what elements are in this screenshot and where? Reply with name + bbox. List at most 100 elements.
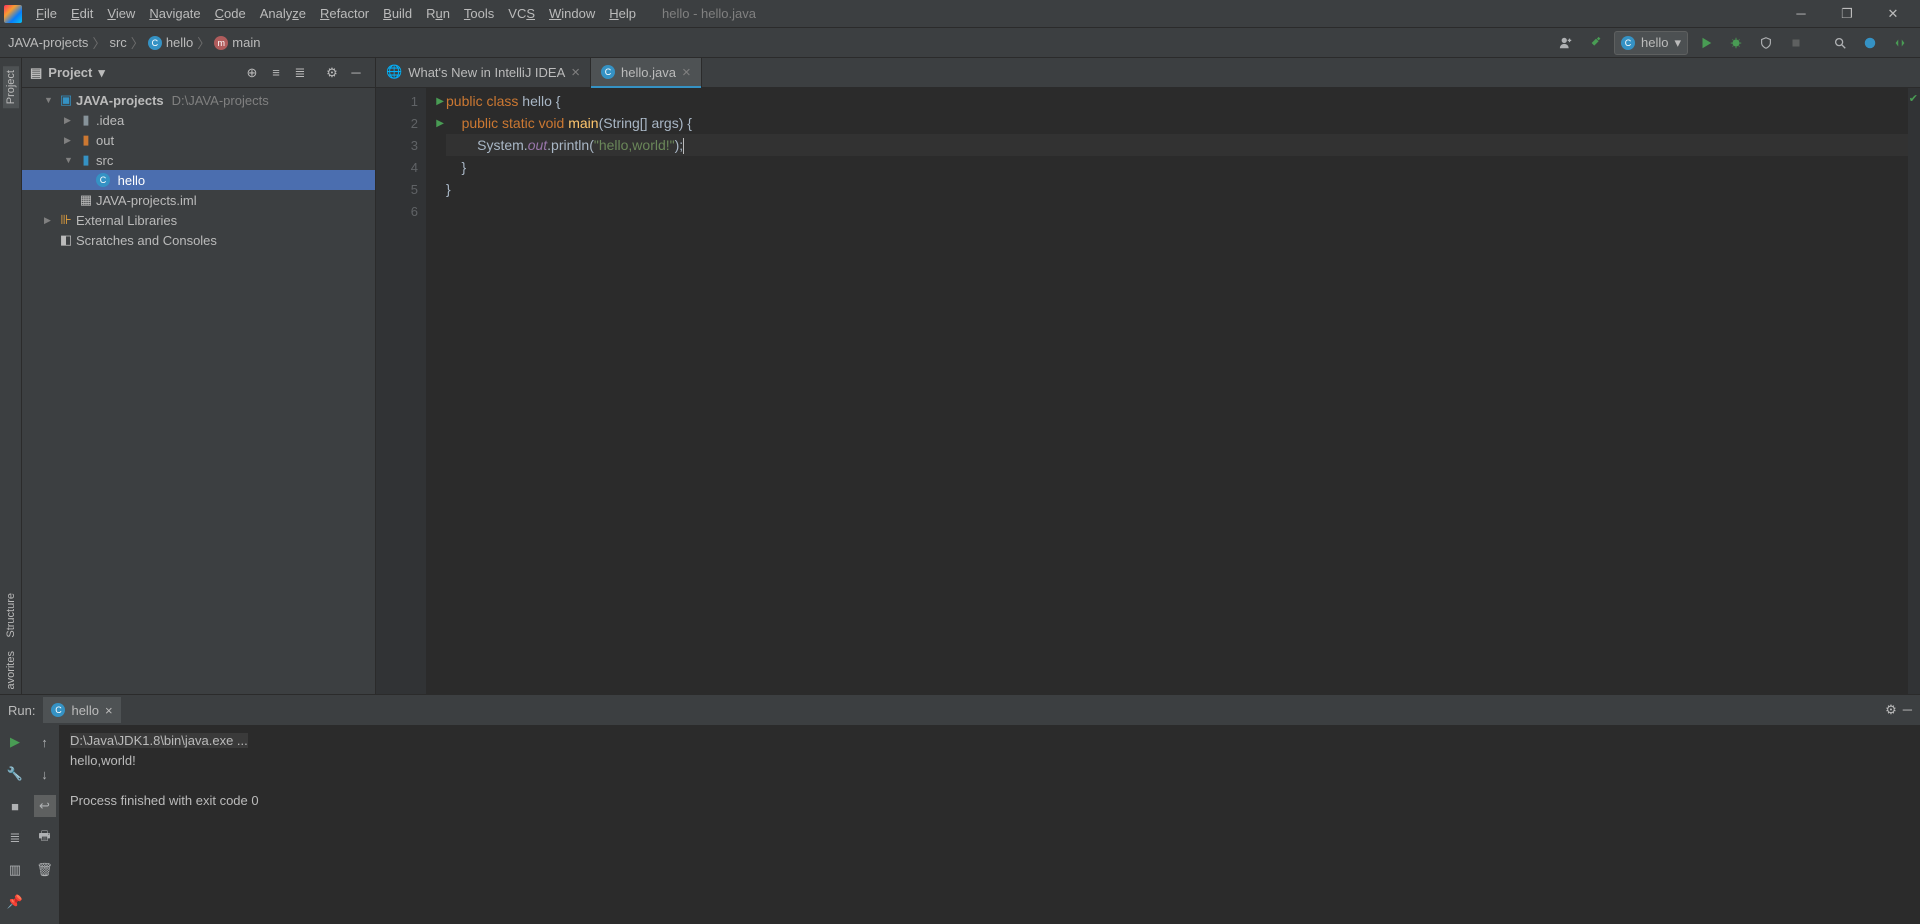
editor-tabs: 🌐 What's New in IntelliJ IDEA × C hello.… — [376, 58, 1920, 88]
inspection-ok-icon[interactable]: ✔ — [1909, 92, 1918, 105]
source-folder-icon: ▮ — [78, 152, 94, 168]
ide-update-icon[interactable] — [1858, 31, 1882, 55]
minimize-button[interactable]: ─ — [1778, 0, 1824, 28]
menu-navigate[interactable]: Navigate — [143, 4, 206, 23]
menu-vcs[interactable]: VCS — [502, 4, 541, 23]
down-icon[interactable]: ↓ — [34, 763, 56, 785]
collapse-all-icon[interactable]: ≣ — [289, 62, 311, 84]
tree-hello-class[interactable]: C hello — [22, 170, 375, 190]
menu-file[interactable]: File — [30, 4, 63, 23]
run-config-label: hello — [1641, 35, 1668, 50]
main-menu: File Edit View Navigate Code Analyze Ref… — [30, 4, 642, 23]
close-button[interactable]: ✕ — [1870, 0, 1916, 28]
layout-icon[interactable]: ▥ — [4, 859, 26, 881]
print-icon[interactable]: 🖶 — [34, 827, 56, 849]
gear-icon[interactable]: ⚙ — [1885, 702, 1897, 718]
folder-icon: ▮ — [78, 112, 94, 128]
run-button[interactable] — [1694, 31, 1718, 55]
breadcrumb: JAVA-projects 〉 src 〉 Chello 〉 mmain — [8, 33, 260, 52]
run-actions-column: ▶ 🔧 ■ ≣ ▥ 📌 — [0, 725, 30, 924]
tab-hello-java[interactable]: C hello.java × — [591, 58, 702, 87]
library-icon: ⊪ — [58, 212, 74, 228]
stop-button[interactable] — [1784, 31, 1808, 55]
tree-external-libs[interactable]: ▶⊪External Libraries — [22, 210, 375, 230]
chevron-down-icon[interactable]: ▾ — [98, 65, 105, 81]
close-tab-icon[interactable]: × — [571, 64, 580, 81]
project-view-icon: ▤ — [30, 65, 42, 81]
soft-wrap-icon[interactable]: ↩ — [34, 795, 56, 817]
menu-view[interactable]: View — [101, 4, 141, 23]
up-icon[interactable]: ↑ — [34, 731, 56, 753]
wrench-icon[interactable]: 🔧 — [4, 763, 26, 785]
expand-all-icon[interactable]: ≡ — [265, 62, 287, 84]
crumb-class[interactable]: Chello — [148, 35, 193, 50]
menu-help[interactable]: Help — [603, 4, 642, 23]
globe-icon: 🌐 — [386, 64, 402, 80]
tree-idea[interactable]: ▶▮.idea — [22, 110, 375, 130]
console-output-line: hello,world! — [70, 751, 1910, 771]
locate-icon[interactable]: ⊕ — [241, 62, 263, 84]
crumb-src[interactable]: src — [109, 35, 126, 50]
project-folder-icon: ▣ — [58, 92, 74, 108]
run-tool-window: Run: C hello × ⚙ ─ ▶ 🔧 ■ ≣ ▥ 📌 ↑ ↓ ↩ 🖶 🗑… — [0, 694, 1920, 924]
title-bar: File Edit View Navigate Code Analyze Ref… — [0, 0, 1920, 28]
rerun-icon[interactable]: ▶ — [4, 731, 26, 753]
project-tool-button[interactable]: Project — [3, 66, 19, 108]
iml-file-icon: ▦ — [78, 192, 94, 208]
folder-icon: ▮ — [78, 132, 94, 148]
maximize-button[interactable]: ❐ — [1824, 0, 1870, 28]
run-config-dropdown[interactable]: C hello ▾ — [1614, 31, 1688, 55]
project-tree[interactable]: ▼ ▣ JAVA-projectsD:\JAVA-projects ▶▮.ide… — [22, 88, 375, 694]
menu-refactor[interactable]: Refactor — [314, 4, 375, 23]
class-icon: C — [51, 703, 65, 717]
search-icon[interactable] — [1828, 31, 1852, 55]
gear-icon[interactable]: ⚙ — [321, 62, 343, 84]
class-icon: C — [148, 36, 162, 50]
class-icon: C — [601, 65, 615, 79]
build-hammer-icon[interactable] — [1584, 31, 1608, 55]
editor-area: 🌐 What's New in IntelliJ IDEA × C hello.… — [376, 58, 1920, 694]
pin-icon[interactable]: 📌 — [4, 891, 26, 913]
console-actions-column: ↑ ↓ ↩ 🖶 🗑 — [30, 725, 60, 924]
hide-panel-icon[interactable]: ─ — [1903, 702, 1912, 718]
code-content[interactable]: public class hello { public static void … — [426, 88, 1908, 694]
project-panel: ▤ Project ▾ ⊕ ≡ ≣ ⚙ ─ ▼ ▣ JAVA-projectsD… — [22, 58, 376, 694]
chevron-down-icon: ▾ — [1674, 35, 1681, 51]
menu-build[interactable]: Build — [377, 4, 418, 23]
add-user-icon[interactable] — [1554, 31, 1578, 55]
tab-whatsnew[interactable]: 🌐 What's New in IntelliJ IDEA × — [376, 58, 591, 87]
console-output[interactable]: D:\Java\JDK1.8\bin\java.exe ... hello,wo… — [60, 725, 1920, 924]
class-icon: C — [96, 173, 110, 187]
tree-root[interactable]: ▼ ▣ JAVA-projectsD:\JAVA-projects — [22, 90, 375, 110]
console-exit-line: Process finished with exit code 0 — [70, 791, 1910, 811]
crumb-method[interactable]: mmain — [214, 35, 260, 50]
method-icon: m — [214, 36, 228, 50]
hide-panel-icon[interactable]: ─ — [345, 62, 367, 84]
run-tab-hello[interactable]: C hello × — [43, 697, 120, 723]
inspection-gutter: ✔ — [1908, 88, 1920, 694]
tree-src[interactable]: ▼▮src — [22, 150, 375, 170]
close-tab-icon[interactable]: × — [105, 703, 113, 718]
menu-run[interactable]: Run — [420, 4, 456, 23]
menu-code[interactable]: Code — [209, 4, 252, 23]
dump-icon[interactable]: ≣ — [4, 827, 26, 849]
tree-scratches[interactable]: ◧Scratches and Consoles — [22, 230, 375, 250]
menu-tools[interactable]: Tools — [458, 4, 500, 23]
editor-body[interactable]: 1▶ 2▶ 3 4 5 6 public class hello { publi… — [376, 88, 1920, 694]
tree-out[interactable]: ▶▮out — [22, 130, 375, 150]
tab-label: What's New in IntelliJ IDEA — [408, 65, 565, 80]
crumb-project[interactable]: JAVA-projects — [8, 35, 88, 50]
menu-edit[interactable]: Edit — [65, 4, 99, 23]
menu-analyze[interactable]: Analyze — [254, 4, 312, 23]
project-panel-title: Project — [48, 65, 92, 80]
tree-iml[interactable]: ▦JAVA-projects.iml — [22, 190, 375, 210]
coverage-button[interactable] — [1754, 31, 1778, 55]
debug-button[interactable] — [1724, 31, 1748, 55]
clear-icon[interactable]: 🗑 — [34, 859, 56, 881]
close-tab-icon[interactable]: × — [682, 64, 691, 81]
menu-window[interactable]: Window — [543, 4, 601, 23]
structure-tool-button[interactable]: Structure — [3, 589, 19, 642]
favorites-tool-button[interactable]: avorites — [3, 647, 19, 694]
code-with-me-icon[interactable] — [1888, 31, 1912, 55]
stop-icon[interactable]: ■ — [4, 795, 26, 817]
